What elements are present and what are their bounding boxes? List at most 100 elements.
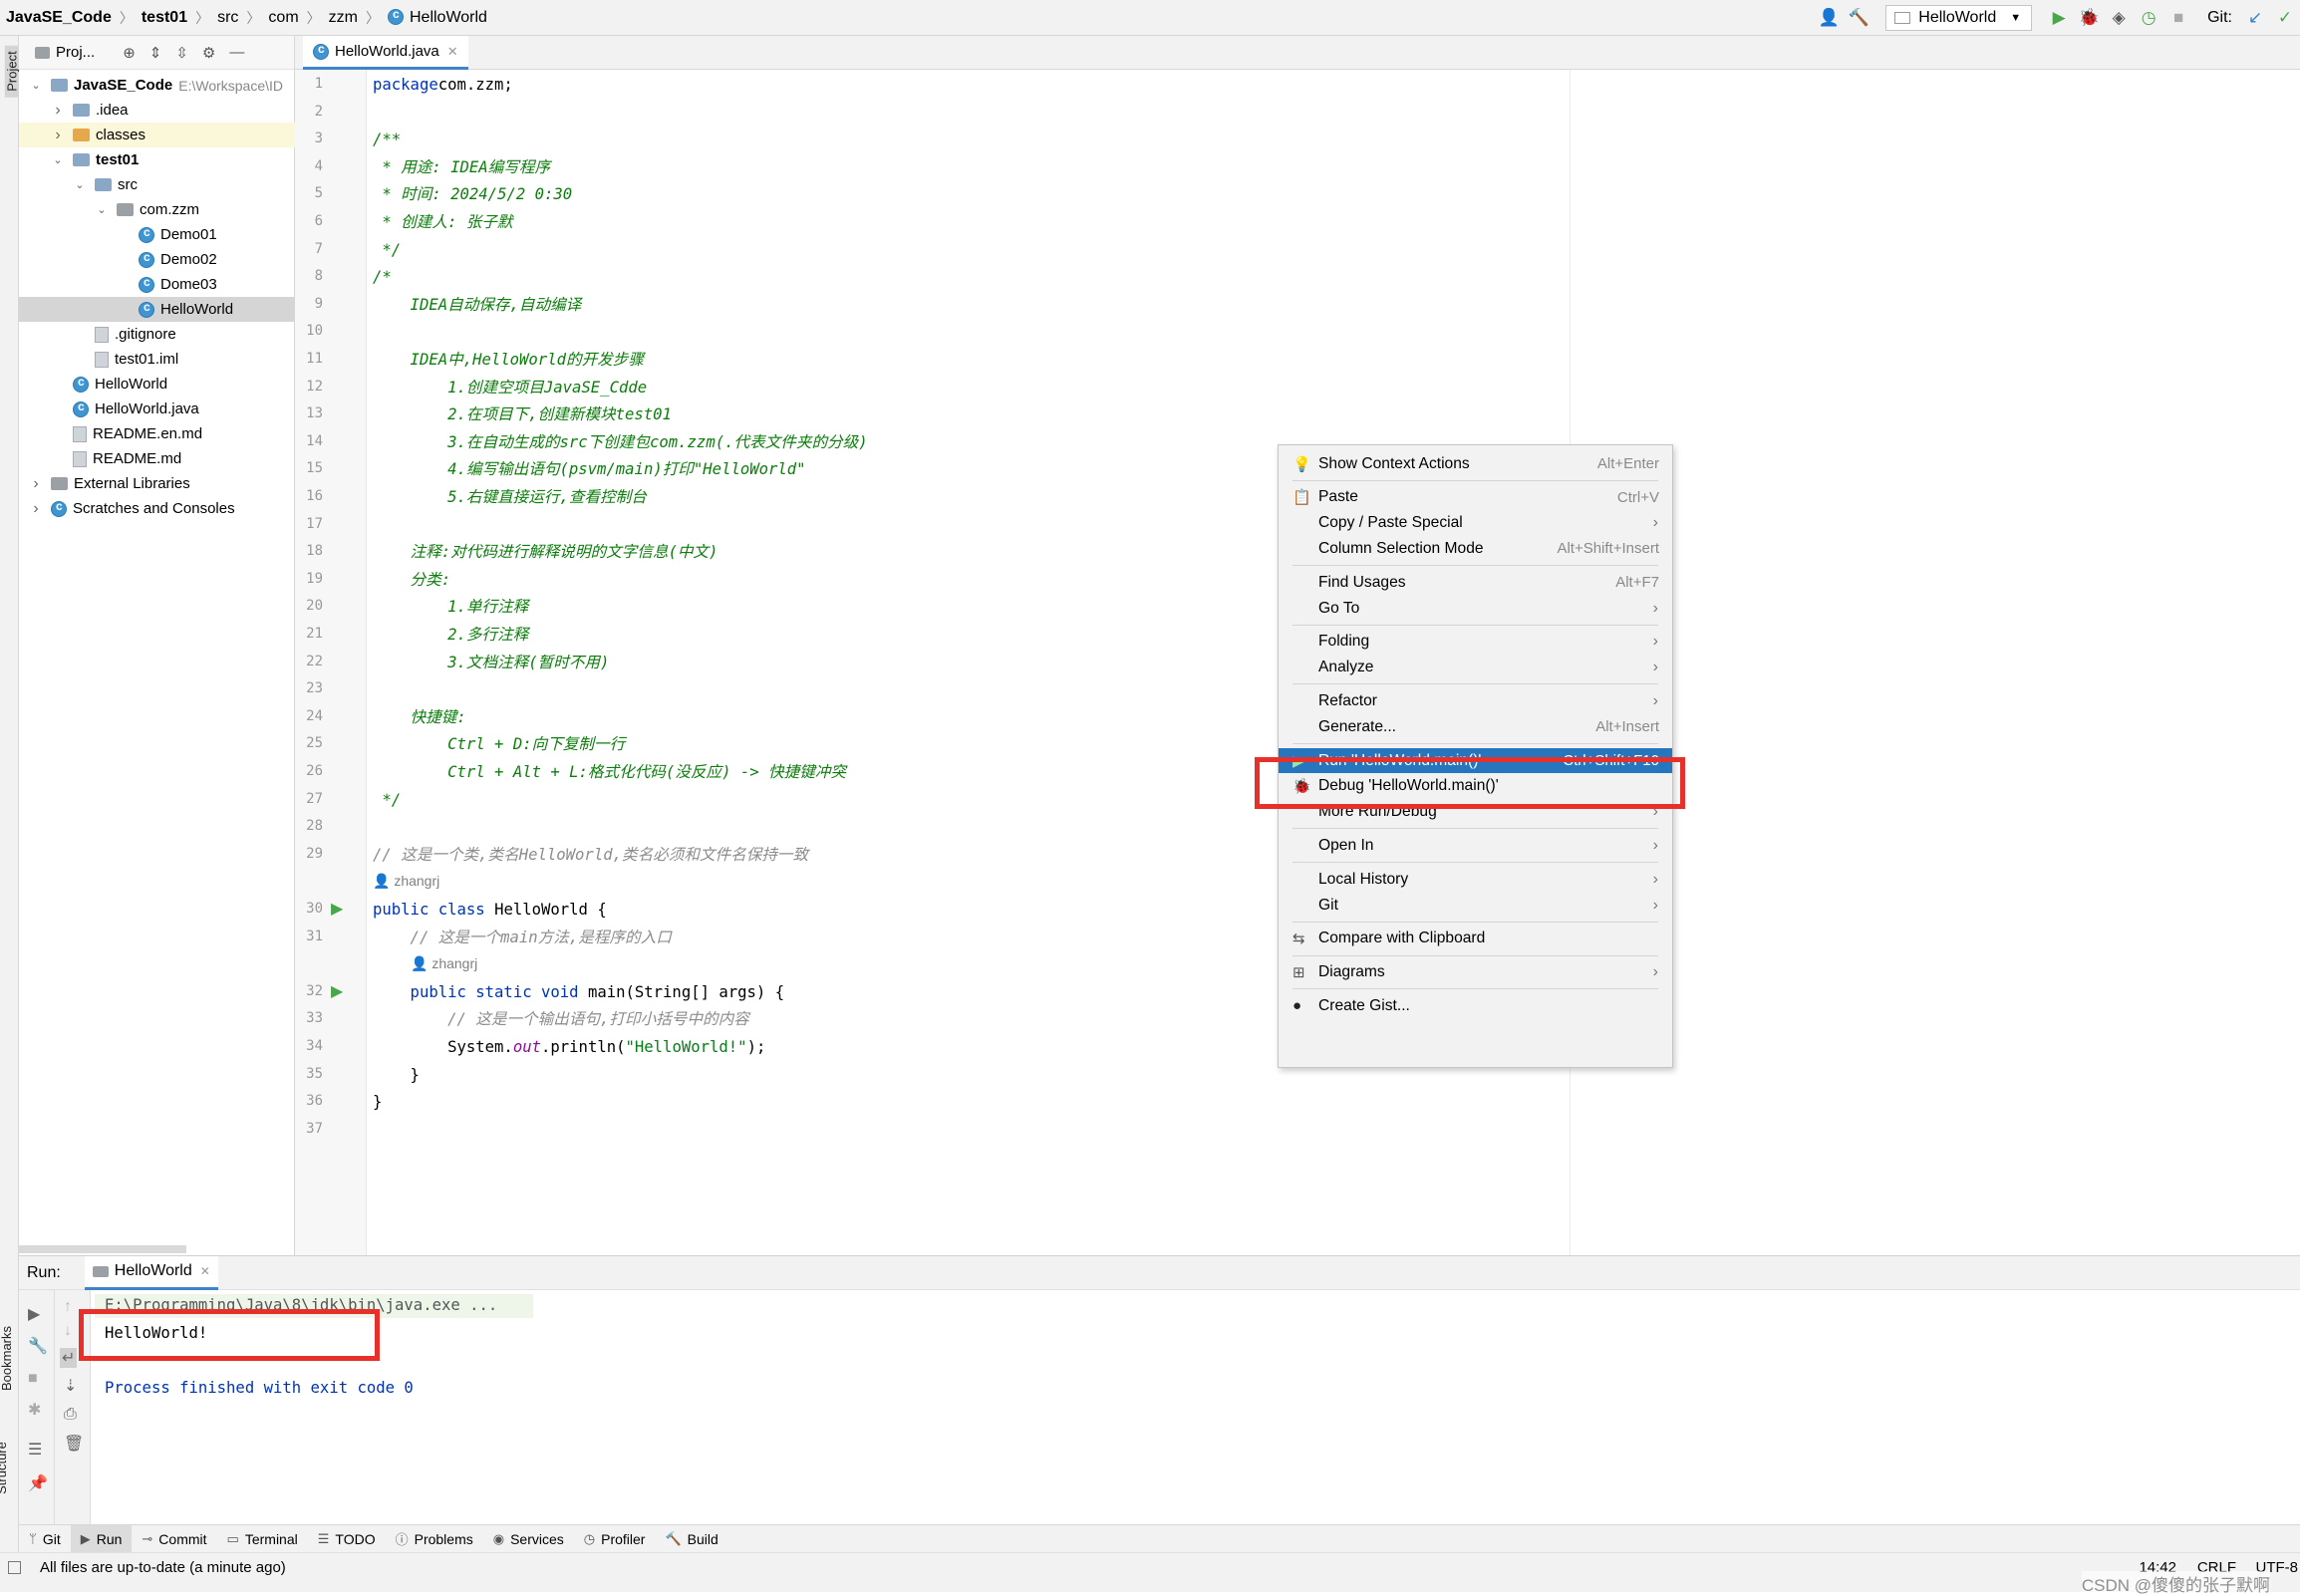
- tree-item[interactable]: Demo02: [19, 247, 295, 272]
- layout-toggle-icon[interactable]: [8, 1561, 21, 1574]
- tree-item[interactable]: HelloWorld: [19, 297, 295, 322]
- menu-item-show-context-actions[interactable]: 💡 Show Context Actions Alt+Enter: [1279, 451, 1672, 476]
- breadcrumb-label: zzm: [328, 8, 358, 26]
- tree-item[interactable]: › classes: [19, 123, 295, 147]
- chevron-right-icon[interactable]: ›: [51, 102, 65, 120]
- breadcrumb-item[interactable]: com: [268, 9, 298, 27]
- breadcrumb-item[interactable]: test01: [142, 9, 187, 27]
- menu-item-analyze[interactable]: Analyze ›: [1279, 656, 1672, 680]
- breadcrumb-item[interactable]: zzm: [329, 9, 358, 27]
- chevron-right-icon[interactable]: ›: [29, 500, 43, 518]
- profile-icon[interactable]: ◷: [2134, 3, 2163, 33]
- breadcrumb-item[interactable]: src: [217, 9, 238, 27]
- expand-all-icon[interactable]: ⇕: [149, 44, 162, 62]
- chevron-down-icon[interactable]: ⌄: [51, 153, 65, 166]
- menu-item-paste[interactable]: 📋 Paste Ctrl+V: [1279, 485, 1672, 510]
- print-icon[interactable]: ⎙: [64, 1406, 77, 1424]
- menu-item-folding[interactable]: Folding ›: [1279, 630, 1672, 655]
- menu-item-diagrams[interactable]: ⊞ Diagrams ›: [1279, 960, 1672, 985]
- debug-icon[interactable]: 🐞: [2074, 3, 2104, 33]
- breadcrumb-item[interactable]: JavaSE_Code: [6, 9, 112, 27]
- tool-tab-commit[interactable]: ⊸ Commit: [132, 1525, 216, 1553]
- run-tab-helloworld[interactable]: HelloWorld ✕: [84, 1255, 218, 1290]
- collapse-all-icon[interactable]: ⇳: [175, 44, 188, 62]
- menu-item-find-usages[interactable]: Find Usages Alt+F7: [1279, 570, 1672, 595]
- author-hint[interactable]: 👤 zhangrj: [373, 873, 439, 890]
- up-arrow-icon[interactable]: ↑: [64, 1298, 72, 1316]
- tool-tab-services[interactable]: ◉ Services: [483, 1525, 574, 1553]
- user-icon[interactable]: 👤: [1814, 3, 1844, 33]
- tree-item[interactable]: Demo01: [19, 222, 295, 247]
- menu-item-go-to[interactable]: Go To ›: [1279, 596, 1672, 621]
- debug-icon[interactable]: ✱: [28, 1400, 41, 1420]
- tab-helloworld-java[interactable]: HelloWorld.java ✕: [303, 36, 468, 70]
- tree-item[interactable]: HelloWorld.java: [19, 397, 295, 421]
- run-config-select[interactable]: HelloWorld ▼: [1885, 5, 2033, 31]
- tree-item[interactable]: ⌄ com.zzm: [19, 197, 295, 222]
- down-arrow-icon[interactable]: ↓: [64, 1322, 72, 1340]
- chevron-right-icon[interactable]: ›: [29, 475, 43, 493]
- stop-icon[interactable]: ■: [2163, 3, 2193, 33]
- git-update-icon[interactable]: ↙: [2240, 3, 2270, 33]
- locate-icon[interactable]: ⊕: [123, 44, 136, 62]
- tree-item[interactable]: test01.iml: [19, 347, 295, 372]
- menu-item-column-selection-mode[interactable]: Column Selection Mode Alt+Shift+Insert: [1279, 536, 1672, 561]
- tree-item[interactable]: README.md: [19, 446, 295, 471]
- menu-item-local-history[interactable]: Local History ›: [1279, 867, 1672, 892]
- menu-item-create-gist[interactable]: ● Create Gist...: [1279, 993, 1672, 1018]
- chevron-down-icon[interactable]: ⌄: [73, 178, 87, 191]
- tree-item[interactable]: README.en.md: [19, 421, 295, 446]
- chevron-down-icon[interactable]: ⌄: [29, 79, 43, 92]
- tool-tab-problems[interactable]: ⓘ Problems: [386, 1525, 483, 1553]
- hide-icon[interactable]: —: [229, 44, 244, 61]
- trash-icon[interactable]: 🗑: [64, 1434, 84, 1454]
- tool-tab-run[interactable]: ▶ Run: [70, 1524, 133, 1553]
- soft-wrap-icon[interactable]: ↵: [60, 1348, 78, 1368]
- pin-icon[interactable]: 📌: [28, 1473, 48, 1493]
- horizontal-scrollbar[interactable]: [19, 1245, 186, 1253]
- gutter-run-icon[interactable]: ▶: [331, 899, 343, 919]
- tree-item[interactable]: › External Libraries: [19, 471, 295, 496]
- tree-item[interactable]: ⌄ JavaSE_Code E:\Workspace\ID: [19, 73, 295, 98]
- tree-item[interactable]: .gitignore: [19, 322, 295, 347]
- author-hint[interactable]: 👤 zhangrj: [411, 955, 477, 972]
- project-view-select[interactable]: Proj...: [56, 44, 95, 61]
- tool-tab-build[interactable]: 🔨 Build: [655, 1525, 727, 1553]
- chevron-right-icon[interactable]: ›: [51, 127, 65, 144]
- rerun-icon[interactable]: ▶: [28, 1304, 40, 1324]
- menu-item-generate[interactable]: Generate... Alt+Insert: [1279, 714, 1672, 739]
- tool-tab-git[interactable]: ᛘ Git: [19, 1525, 71, 1553]
- breadcrumb-item[interactable]: HelloWorld: [387, 7, 487, 27]
- menu-item-copy-paste-special[interactable]: Copy / Paste Special ›: [1279, 511, 1672, 536]
- chevron-down-icon[interactable]: ⌄: [95, 203, 109, 216]
- wrench-icon[interactable]: 🔧: [28, 1336, 48, 1356]
- layout-icon[interactable]: ☰: [28, 1440, 42, 1460]
- coverage-icon[interactable]: ◈: [2104, 3, 2134, 33]
- menu-item-refactor[interactable]: Refactor ›: [1279, 688, 1672, 713]
- menu-item-git[interactable]: Git ›: [1279, 893, 1672, 918]
- structure-tool-tab[interactable]: Structure: [0, 1442, 9, 1494]
- git-commit-icon[interactable]: ✓: [2270, 3, 2300, 33]
- tree-item[interactable]: Dome03: [19, 272, 295, 297]
- tree-item[interactable]: › Scratches and Consoles: [19, 496, 295, 521]
- menu-item-compare-with-clipboard[interactable]: ⇆ Compare with Clipboard: [1279, 927, 1672, 951]
- close-icon[interactable]: ✕: [200, 1264, 210, 1278]
- scroll-to-end-icon[interactable]: ⇣: [64, 1376, 77, 1396]
- run-icon[interactable]: ▶: [2044, 3, 2074, 33]
- bookmarks-tool-tab[interactable]: Bookmarks: [0, 1326, 14, 1391]
- tree-item[interactable]: ⌄ test01: [19, 147, 295, 172]
- close-icon[interactable]: ✕: [447, 44, 458, 60]
- gear-icon[interactable]: ⚙: [202, 44, 215, 62]
- tool-tab-todo[interactable]: ☰ TODO: [308, 1525, 386, 1553]
- menu-item-open-in[interactable]: Open In ›: [1279, 833, 1672, 858]
- tool-tab-profiler[interactable]: ◷ Profiler: [574, 1525, 656, 1553]
- tool-tab-terminal[interactable]: ▭ Terminal: [217, 1525, 308, 1553]
- tree-item[interactable]: › .idea: [19, 98, 295, 123]
- project-tool-tab[interactable]: Project: [4, 45, 20, 98]
- build-hammer-icon[interactable]: 🔨: [1844, 3, 1873, 33]
- tree-item[interactable]: ⌄ src: [19, 172, 295, 197]
- menu-item-label: Create Gist...: [1318, 996, 1410, 1014]
- gutter-run-icon[interactable]: ▶: [331, 981, 343, 1001]
- stop-icon[interactable]: ■: [28, 1370, 38, 1388]
- tree-item[interactable]: HelloWorld: [19, 372, 295, 397]
